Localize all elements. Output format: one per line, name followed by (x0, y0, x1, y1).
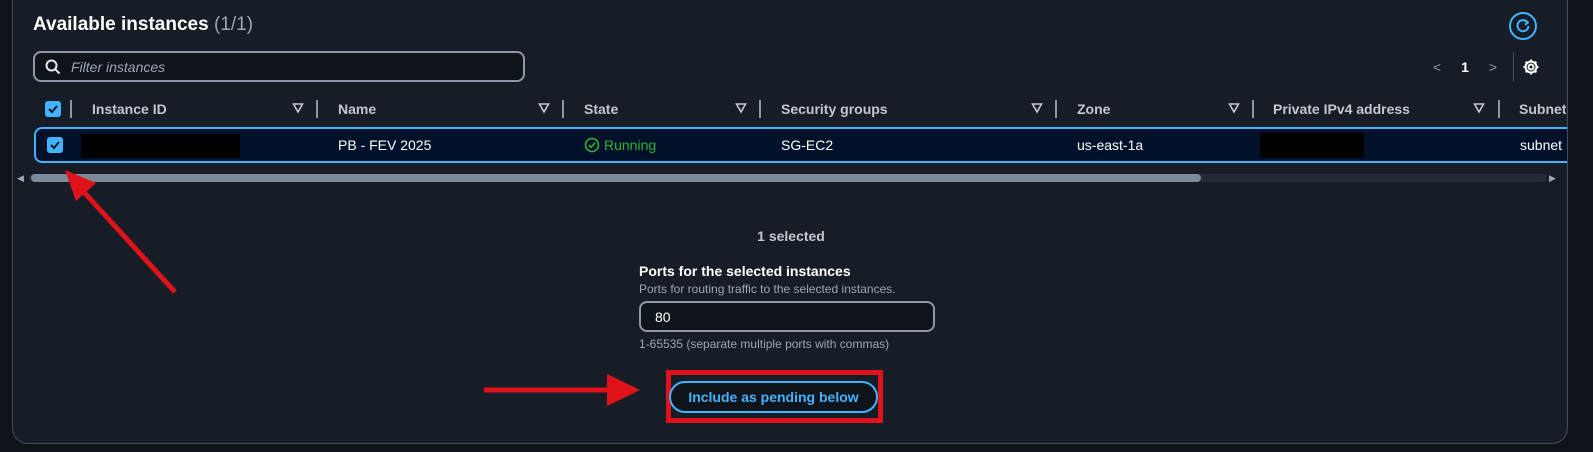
state-label: Running (604, 137, 657, 153)
column-divider[interactable] (562, 100, 564, 118)
cell-state: Running (584, 129, 656, 161)
scroll-right-arrow-icon[interactable]: ▶ (1549, 173, 1556, 184)
column-header-subnet[interactable]: Subnet (1519, 95, 1567, 123)
column-divider[interactable] (759, 100, 761, 118)
column-header-zone[interactable]: Zone (1077, 95, 1240, 123)
checkmark-icon (50, 141, 60, 150)
column-divider[interactable] (1055, 100, 1057, 118)
filter-instances-input[interactable] (69, 57, 513, 76)
column-label: Instance ID (92, 101, 167, 117)
ports-hint: 1-65535 (separate multiple ports with co… (639, 337, 890, 351)
column-divider[interactable] (1252, 100, 1254, 118)
include-as-pending-button[interactable]: Include as pending below (669, 381, 878, 413)
filter-search-box[interactable] (33, 51, 525, 82)
ports-label: Ports for the selected instances (639, 263, 851, 279)
column-header-security-groups[interactable]: Security groups (781, 95, 1043, 123)
column-label: Security groups (781, 101, 888, 117)
column-label: Name (338, 101, 377, 117)
horizontal-scrollbar[interactable]: ◀ ▶ (15, 172, 1567, 184)
settings-gear-icon[interactable] (1522, 58, 1540, 76)
sort-caret-icon[interactable] (1031, 102, 1043, 114)
sort-caret-icon[interactable] (1228, 102, 1240, 114)
column-header-private-ipv4[interactable]: Private IPv4 address (1273, 95, 1485, 123)
column-divider[interactable] (70, 100, 72, 118)
check-circle-icon (584, 137, 600, 153)
sort-caret-icon[interactable] (292, 102, 304, 114)
prev-page-button[interactable]: < (1423, 59, 1451, 75)
instance-count: (1/1) (213, 14, 254, 35)
table-header: Instance ID Name State Security groups Z… (13, 95, 1567, 123)
redacted-private-ipv4 (1260, 133, 1364, 158)
column-label: State (584, 101, 619, 117)
redacted-instance-id (81, 134, 240, 158)
scroll-left-arrow-icon[interactable]: ◀ (17, 173, 24, 184)
next-page-button[interactable]: > (1479, 59, 1507, 75)
current-page-number[interactable]: 1 (1451, 59, 1479, 75)
sort-caret-icon[interactable] (1473, 102, 1485, 114)
search-icon (45, 59, 61, 74)
cell-zone: us-east-1a (1077, 137, 1144, 153)
select-all-checkbox[interactable] (45, 101, 61, 117)
column-divider[interactable] (316, 100, 318, 118)
refresh-icon (1516, 19, 1530, 33)
cell-name: PB - FEV 2025 (338, 137, 432, 153)
ports-description: Ports for routing traffic to the selecte… (639, 282, 896, 296)
ports-input[interactable] (653, 307, 917, 326)
sort-caret-icon[interactable] (538, 102, 550, 114)
column-label: Zone (1077, 101, 1111, 117)
cell-security-groups: SG-EC2 (781, 137, 834, 153)
pagination: < 1 > (1423, 52, 1540, 82)
column-label: Private IPv4 address (1273, 101, 1410, 117)
panel-title: Available instances (1/1) (33, 14, 253, 36)
ports-form: Ports for the selected instances Ports f… (639, 263, 959, 351)
cell-subnet: subnet (1520, 137, 1563, 153)
select-all-cell (45, 95, 61, 123)
column-label: Subnet (1519, 101, 1567, 117)
panel-title-text: Available instances (33, 14, 209, 35)
scrollbar-thumb[interactable] (31, 174, 1201, 182)
ports-field[interactable] (639, 301, 935, 332)
refresh-button[interactable] (1509, 12, 1537, 40)
column-header-name[interactable]: Name (338, 95, 550, 123)
column-header-instance-id[interactable]: Instance ID (92, 95, 304, 123)
table-row[interactable]: PB - FEV 2025 Running SG-EC2 us-east-1a … (34, 127, 1567, 163)
column-divider[interactable] (1498, 100, 1500, 118)
status-badge: Running (584, 137, 656, 153)
row-checkbox[interactable] (47, 137, 63, 153)
pager-divider (1513, 52, 1514, 82)
column-header-state[interactable]: State (584, 95, 747, 123)
checkmark-icon (48, 105, 58, 114)
sort-caret-icon[interactable] (735, 102, 747, 114)
selection-summary: 1 selected (757, 228, 825, 244)
row-select-cell (47, 129, 63, 161)
